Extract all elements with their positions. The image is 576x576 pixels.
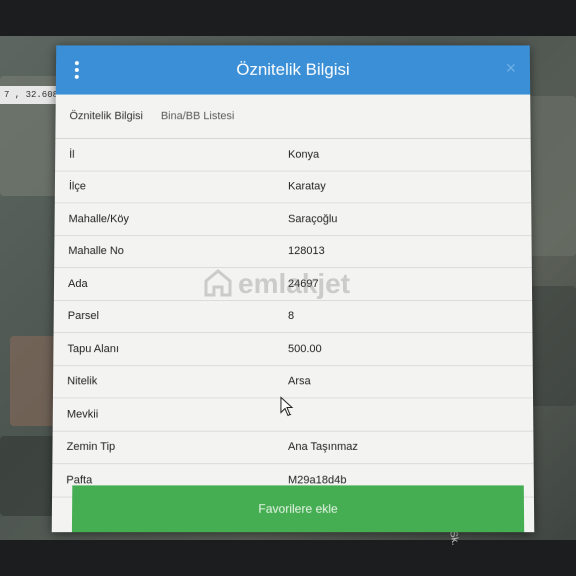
row-key: Zemin Tip: [66, 441, 116, 454]
attribute-table: İl Konya İlçe Karatay Mahalle/Köy Saraçoğlu…: [52, 138, 534, 498]
row-value: Karatay: [288, 180, 326, 193]
row-key: Mahalle No: [68, 245, 124, 258]
add-to-favorites-button[interactable]: Favorilere ekle: [71, 485, 525, 533]
dialog-title: Öznitelik Bilgisi: [236, 60, 350, 79]
table-row: Mahalle/Köy Saraçoğlu: [54, 203, 532, 236]
table-row: İlçe Karatay: [54, 171, 532, 204]
table-row: Nitelik Arsa: [52, 365, 534, 399]
row-key: Tapu Alanı: [67, 342, 119, 355]
kebab-menu-icon[interactable]: [74, 61, 80, 79]
table-row: Zemin Tip Ana Taşınmaz: [52, 431, 534, 465]
row-value: Saraçoğlu: [288, 213, 338, 225]
row-key: Pafta: [66, 473, 93, 487]
row-value: 500.00: [287, 342, 322, 355]
row-value: Konya: [288, 148, 320, 161]
row-value: 24697: [287, 277, 319, 290]
close-icon[interactable]: ×: [506, 58, 517, 79]
table-row: Ada 24697: [53, 268, 533, 301]
row-key: Nitelik: [67, 375, 98, 388]
tab-bar: Öznitelik Bilgisi Bina/BB Listesi: [55, 94, 531, 139]
row-key: Mahalle/Köy: [68, 213, 130, 225]
row-value: Arsa: [287, 375, 311, 388]
tab-building-list[interactable]: Bina/BB Listesi: [161, 110, 235, 122]
map-building: [530, 286, 576, 406]
row-value: M29a18d4b: [287, 473, 347, 487]
table-row: Parsel 8: [53, 300, 533, 334]
row-value: 128013: [288, 245, 325, 258]
row-value: -: [276, 408, 533, 420]
attribute-dialog: Öznitelik Bilgisi × Öznitelik Bilgisi Bi…: [51, 45, 535, 533]
row-key: İlçe: [68, 180, 86, 193]
row-value: Ana Taşınmaz: [287, 441, 358, 454]
row-key: Parsel: [67, 310, 100, 323]
table-row: Mahalle No 128013: [54, 235, 532, 269]
street-label: Sk.: [447, 530, 461, 547]
row-value: 8: [287, 310, 295, 323]
row-key: İl: [69, 148, 75, 161]
tab-attribute-info[interactable]: Öznitelik Bilgisi: [69, 110, 143, 122]
row-key: Mevkii: [66, 408, 99, 421]
mouse-cursor-icon: [280, 396, 294, 416]
row-key: Ada: [67, 277, 88, 290]
table-row: İl Konya: [55, 138, 531, 172]
table-row: Tapu Alanı 500.00: [53, 333, 533, 366]
dialog-titlebar: Öznitelik Bilgisi ×: [55, 45, 531, 95]
